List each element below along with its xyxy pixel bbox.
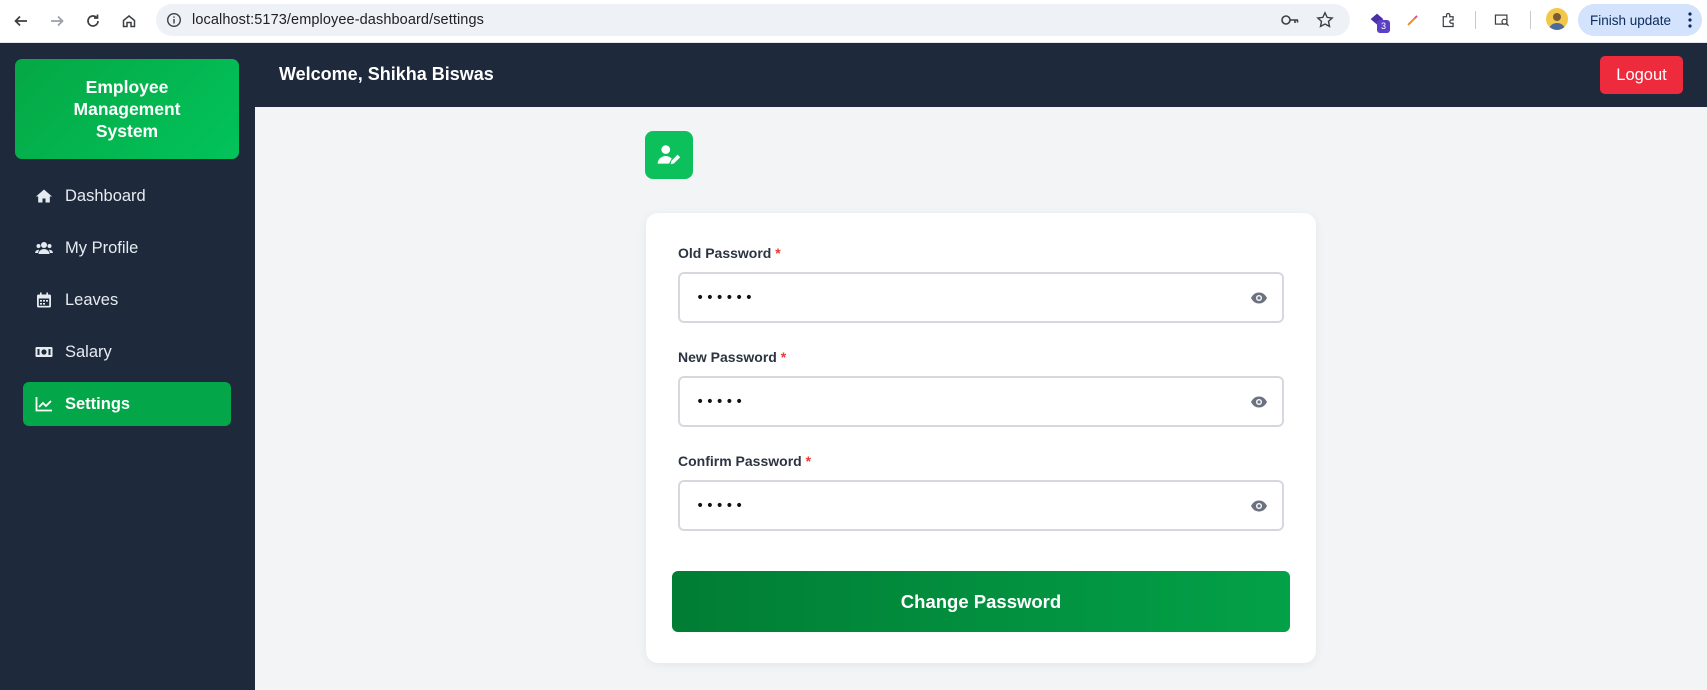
home-icon xyxy=(35,188,53,204)
sidebar-item-label: Salary xyxy=(65,343,112,361)
new-password-label-text: New Password xyxy=(678,349,777,365)
sidebar-item-my-profile[interactable]: My Profile xyxy=(23,226,231,270)
confirm-password-input[interactable] xyxy=(678,480,1284,531)
old-password-label-text: Old Password xyxy=(678,245,772,261)
forward-icon[interactable] xyxy=(44,8,70,34)
sidebar-item-settings[interactable]: Settings xyxy=(23,382,231,426)
money-bill-icon xyxy=(35,344,53,360)
browser-toolbar: localhost:5173/employee-dashboard/settin… xyxy=(0,0,1707,43)
confirm-password-label: Confirm Password * xyxy=(678,453,811,469)
required-mark: * xyxy=(805,453,812,469)
extension-shield-icon[interactable]: 3 xyxy=(1366,9,1390,33)
logout-button[interactable]: Logout xyxy=(1600,56,1683,94)
sidebar-item-salary[interactable]: Salary xyxy=(23,330,231,374)
back-icon[interactable] xyxy=(8,8,34,34)
app-header: Welcome, Shikha Biswas Logout xyxy=(255,43,1707,107)
home-browser-icon[interactable] xyxy=(116,8,142,34)
sidebar-item-label: Leaves xyxy=(65,291,119,309)
sidebar-item-label: Dashboard xyxy=(65,187,146,205)
sidebar-item-label: Settings xyxy=(65,395,131,413)
welcome-text: Welcome, Shikha Biswas xyxy=(279,64,494,84)
eye-icon[interactable] xyxy=(1250,395,1268,409)
calendar-icon xyxy=(35,292,53,308)
bookmark-star-icon[interactable] xyxy=(1316,11,1334,29)
password-key-icon[interactable] xyxy=(1280,11,1300,29)
eyedropper-icon[interactable] xyxy=(1402,9,1424,31)
sidebar-item-dashboard[interactable]: Dashboard xyxy=(23,174,231,218)
extension-badge: 3 xyxy=(1377,20,1390,33)
chart-line-icon xyxy=(35,396,53,412)
required-mark: * xyxy=(775,245,781,261)
toolbar-divider xyxy=(1530,11,1531,29)
user-edit-icon xyxy=(645,131,693,179)
address-bar[interactable]: localhost:5173/employee-dashboard/settin… xyxy=(156,4,1350,36)
change-password-button[interactable]: Change Password xyxy=(672,571,1290,632)
old-password-label: Old Password * xyxy=(678,245,781,261)
brand-title[interactable]: Employee Management System xyxy=(15,59,239,159)
finish-update-button[interactable]: Finish update xyxy=(1578,4,1702,36)
sidebar-item-label: My Profile xyxy=(65,239,139,257)
more-menu-icon xyxy=(1688,12,1692,28)
change-password-card: Old Password * New Password * Confirm Pa… xyxy=(646,213,1316,663)
reload-icon[interactable] xyxy=(80,8,106,34)
eye-icon[interactable] xyxy=(1250,499,1268,513)
required-mark: * xyxy=(780,349,787,365)
sidebar-item-leaves[interactable]: Leaves xyxy=(23,278,231,322)
finish-update-label: Finish update xyxy=(1590,12,1672,28)
confirm-password-label-text: Confirm Password xyxy=(678,453,802,469)
profile-avatar[interactable] xyxy=(1546,8,1568,30)
toolbar-divider xyxy=(1475,11,1476,29)
old-password-input[interactable] xyxy=(678,272,1284,323)
eye-icon[interactable] xyxy=(1250,291,1268,305)
new-password-input[interactable] xyxy=(678,376,1284,427)
tab-search-icon[interactable] xyxy=(1491,9,1513,31)
extensions-puzzle-icon[interactable] xyxy=(1438,9,1460,31)
sidebar: Employee Management System Dashboard My … xyxy=(0,43,255,690)
new-password-label: New Password * xyxy=(678,349,786,365)
site-info-icon[interactable] xyxy=(166,12,182,28)
users-icon xyxy=(35,240,53,256)
url-text[interactable]: localhost:5173/employee-dashboard/settin… xyxy=(192,12,484,28)
